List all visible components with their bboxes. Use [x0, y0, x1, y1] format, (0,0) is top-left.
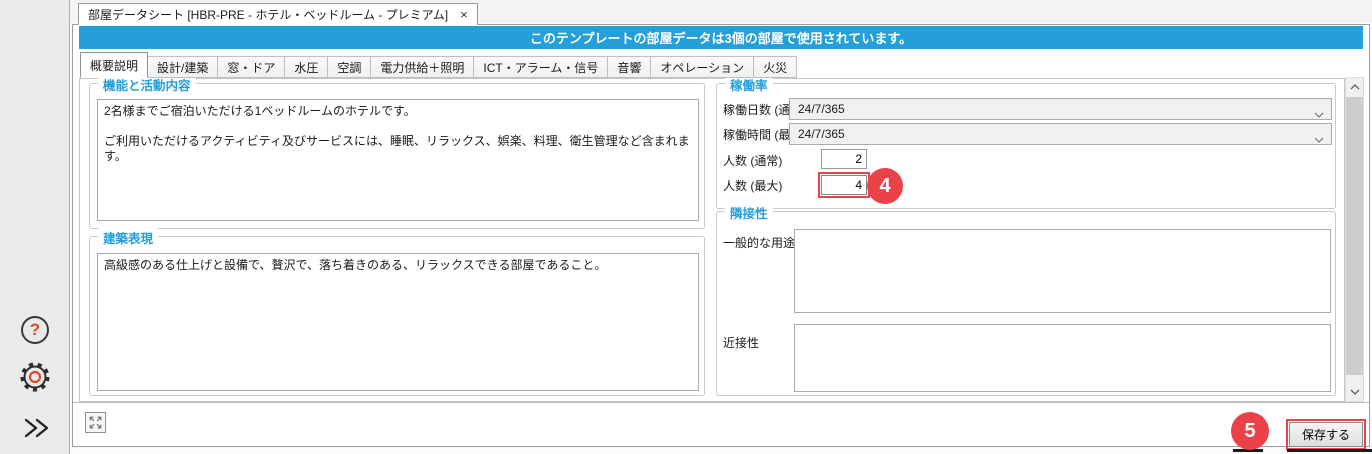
- operating-hours-value: 24/7/365: [798, 127, 845, 141]
- people-max-input[interactable]: [821, 175, 867, 195]
- footer-bar: 5 保存する: [73, 402, 1369, 446]
- tab-power-lighting[interactable]: 電力供給＋照明: [370, 56, 474, 78]
- people-max-label: 人数 (最大): [723, 177, 782, 193]
- architectural-expression-textarea[interactable]: 高級感のある仕上げと設備で、贅沢で、落ち着きのある、リラックスできる部屋であるこ…: [97, 253, 699, 391]
- people-normal-label: 人数 (通常): [723, 152, 782, 168]
- proximity-textarea[interactable]: [794, 324, 1331, 392]
- scrollbar-thumb[interactable]: [1346, 97, 1363, 375]
- operating-days-value: 24/7/365: [798, 102, 845, 116]
- tab-windows-doors[interactable]: 窓・ドア: [217, 56, 285, 78]
- overview-content: 機能と活動内容 2名様までご宿泊いただける1ベッドルームのホテルです。 ご利用い…: [79, 78, 1345, 402]
- operating-hours-select[interactable]: 24/7/365: [789, 123, 1332, 145]
- scroll-up-icon[interactable]: [1346, 78, 1363, 96]
- group-title: 建築表現: [98, 228, 158, 247]
- people-normal-input[interactable]: [821, 149, 867, 169]
- tab-acoustics[interactable]: 音響: [607, 56, 651, 78]
- group-adjacency: 隣接性 一般的な用途 近接性: [716, 211, 1336, 396]
- tab-fire[interactable]: 火災: [753, 56, 797, 78]
- save-button-highlight: 保存する: [1286, 419, 1366, 450]
- scroll-down-icon[interactable]: [1346, 383, 1363, 401]
- group-architectural-expression: 建築表現 高級感のある仕上げと設備で、贅沢で、落ち着きのある、リラックスできる部…: [89, 236, 705, 396]
- document-tab[interactable]: 部屋データシート [HBR-PRE - ホテル・ベッドルーム - プレミアム] …: [78, 3, 478, 25]
- annotation-step-5-badge: 5: [1231, 412, 1269, 450]
- vertical-scrollbar[interactable]: [1345, 77, 1364, 402]
- settings-gear-icon[interactable]: [18, 360, 52, 394]
- tab-water-pressure[interactable]: 水圧: [284, 56, 328, 78]
- general-use-textarea[interactable]: [794, 229, 1331, 313]
- tab-operation[interactable]: オペレーション: [650, 56, 754, 78]
- general-use-label: 一般的な用途: [723, 234, 795, 250]
- group-occupancy-rate: 稼働率 稼働日数 (通常) 24/7/365 稼働時間 (最大) 24/7/36…: [716, 83, 1336, 209]
- section-tabstrip: 概要説明 設計/建築 窓・ドア 水圧 空調 電力供給＋照明 ICT・アラーム・信…: [80, 52, 797, 78]
- help-icon[interactable]: ?: [21, 316, 49, 344]
- left-sidebar: ?: [0, 0, 70, 454]
- tab-overview[interactable]: 概要説明: [80, 52, 148, 78]
- operating-days-select[interactable]: 24/7/365: [789, 98, 1332, 120]
- main-panel: このテンプレートの部屋データは3個の部屋で使用されています。 概要説明 設計/建…: [72, 24, 1370, 447]
- document-tab-title: 部屋データシート [HBR-PRE - ホテル・ベッドルーム - プレミアム]: [88, 6, 448, 23]
- save-button[interactable]: 保存する: [1289, 422, 1363, 447]
- group-function-activities: 機能と活動内容 2名様までご宿泊いただける1ベッドルームのホテルです。 ご利用い…: [89, 83, 705, 229]
- group-title: 隣接性: [725, 203, 773, 222]
- tab-design-architecture[interactable]: 設計/建築: [147, 56, 218, 78]
- help-question-glyph: ?: [30, 320, 40, 340]
- chevron-down-icon: [1314, 132, 1324, 146]
- function-activities-textarea[interactable]: 2名様までご宿泊いただける1ベッドルームのホテルです。 ご利用いただけるアクティ…: [97, 99, 699, 221]
- tab-ict-alarm-signal[interactable]: ICT・アラーム・信号: [473, 56, 608, 78]
- tab-hvac[interactable]: 空調: [327, 56, 371, 78]
- window-edge-segment: [1287, 449, 1372, 452]
- expand-chevrons-icon[interactable]: [20, 412, 52, 444]
- people-max-highlight: [818, 172, 870, 198]
- chevron-down-icon: [1314, 107, 1324, 121]
- expand-view-button[interactable]: [85, 412, 106, 433]
- annotation-step-4-badge: 4: [867, 168, 903, 204]
- usage-banner: このテンプレートの部屋データは3個の部屋で使用されています。: [79, 26, 1363, 49]
- close-icon[interactable]: ×: [460, 8, 468, 21]
- app-window: ? 部屋データシート [HBR-PRE - ホテル・ベッドルーム - プレミアム…: [0, 0, 1372, 454]
- proximity-label: 近接性: [723, 334, 759, 350]
